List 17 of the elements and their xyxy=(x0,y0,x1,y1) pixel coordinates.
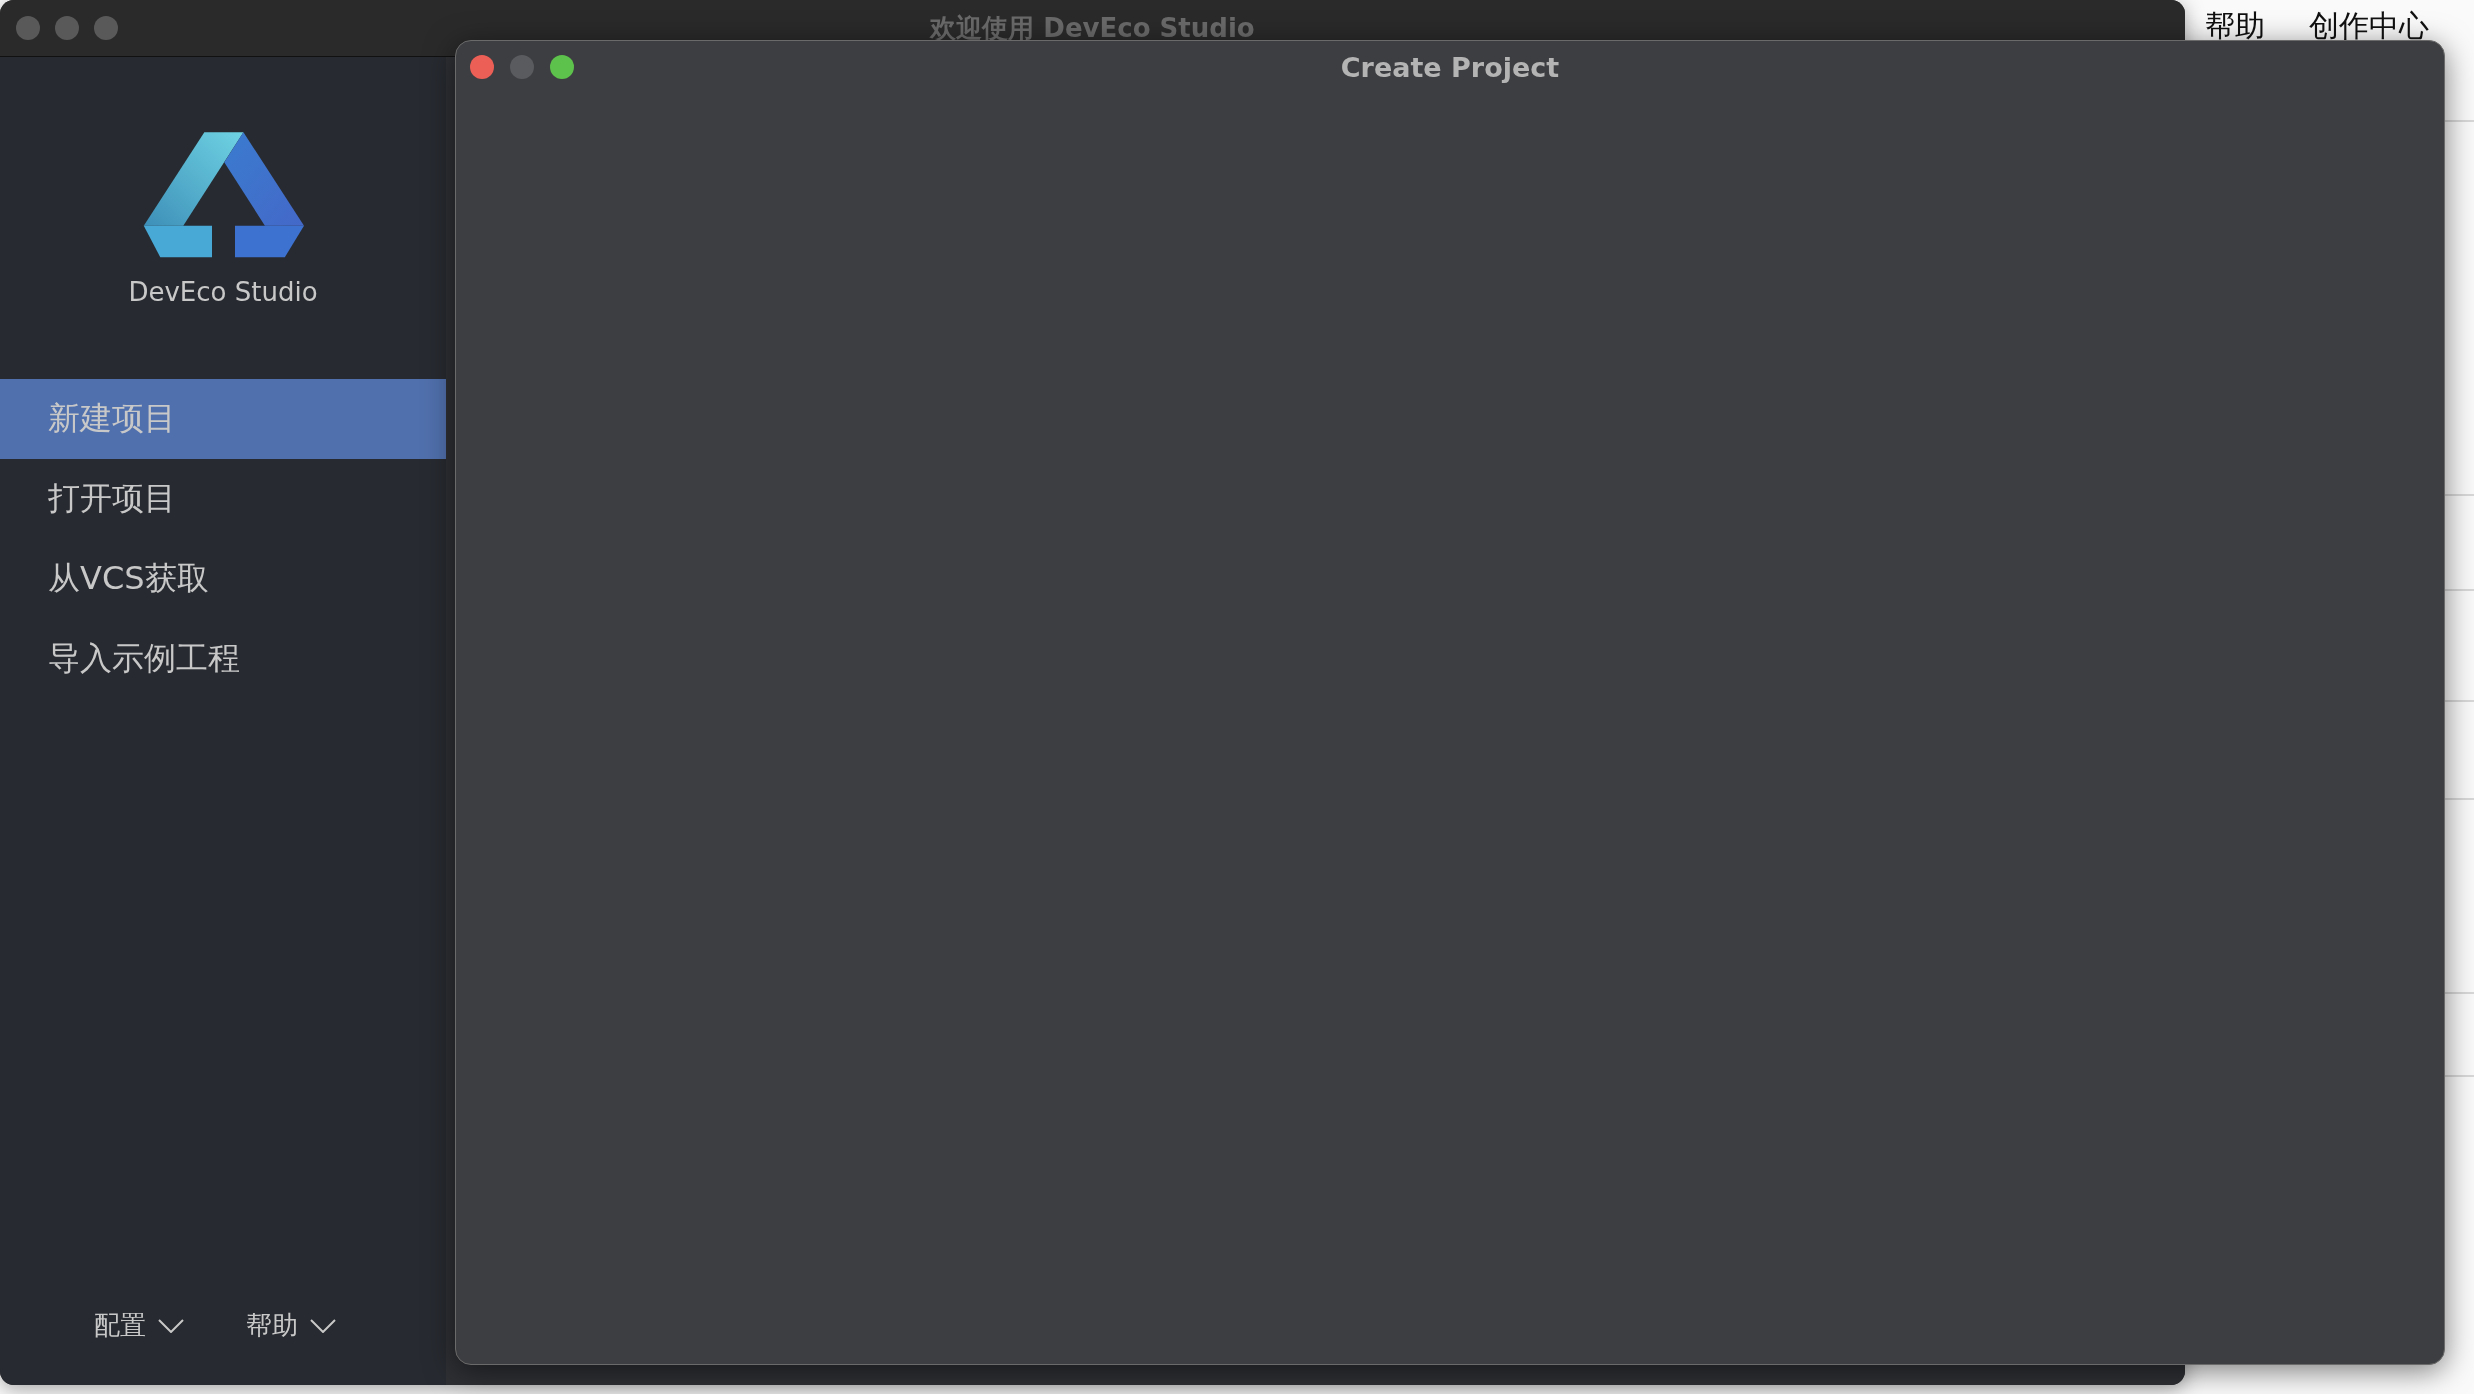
minimize-icon[interactable] xyxy=(55,16,79,40)
close-icon[interactable] xyxy=(16,16,40,40)
maximize-icon[interactable] xyxy=(550,55,574,79)
dialog-title: Create Project xyxy=(1340,51,1560,83)
minimize-icon xyxy=(510,55,534,79)
dropdown-menu[interactable]: 帮助 xyxy=(246,1308,336,1343)
chevron-down-icon xyxy=(310,1318,336,1333)
window-title: 欢迎使用 DevEco Studio xyxy=(930,11,1255,45)
dropdown-menu[interactable]: 配置 xyxy=(94,1308,184,1343)
close-icon[interactable] xyxy=(470,55,494,79)
chevron-down-icon xyxy=(158,1318,184,1333)
sidebar-item[interactable]: 打开项目 xyxy=(0,459,446,539)
logo-icon xyxy=(142,132,304,259)
app-name: DevEco Studio xyxy=(128,277,318,307)
sidebar-item[interactable]: 从VCS获取 xyxy=(0,539,446,619)
maximize-icon[interactable] xyxy=(94,16,118,40)
sidebar-item[interactable]: 导入示例工程 xyxy=(0,619,446,699)
